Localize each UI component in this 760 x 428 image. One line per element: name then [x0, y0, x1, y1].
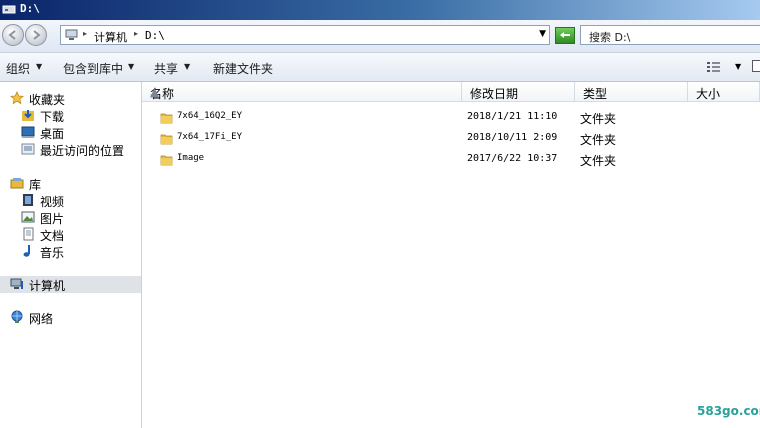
nav-item-network[interactable]: 网络 — [0, 309, 141, 326]
share-button[interactable]: 共享 — [154, 60, 178, 77]
search-input[interactable]: 搜索 D:\ — [580, 25, 760, 45]
computer-icon — [10, 278, 23, 289]
column-header-label: 修改日期 — [470, 87, 519, 101]
include-in-library-button[interactable]: 包含到库中 — [63, 60, 123, 77]
file-modified: 2018/10/11 2:09 — [467, 132, 558, 143]
nav-item-label: 文档 — [40, 229, 65, 243]
folder-icon — [160, 155, 173, 166]
window-title: D:\ — [20, 2, 40, 15]
file-row[interactable]: 7x64_17Fi_EY 2018/10/11 2:09 文件夹 — [142, 128, 760, 149]
nav-item-label: 网络 — [29, 312, 54, 326]
computer-icon — [65, 29, 78, 40]
command-bar: 组织 ▼ 包含到库中 ▼ 共享 ▼ 新建文件夹 ▼ — [0, 53, 760, 82]
music-note-icon — [23, 245, 30, 257]
sort-ascending-icon: ▲ — [150, 85, 160, 99]
column-header-label: 类型 — [583, 87, 608, 101]
nav-item-documents[interactable]: 文档 — [0, 226, 141, 243]
view-options-icon[interactable] — [706, 60, 722, 74]
column-header-label: 大小 — [696, 87, 721, 101]
file-type: 文件夹 — [580, 112, 617, 126]
nav-item-music[interactable]: 音乐 — [0, 243, 141, 260]
nav-item-libraries[interactable]: 库 — [0, 175, 141, 192]
library-icon — [10, 178, 24, 189]
nav-item-label: 库 — [29, 178, 42, 192]
chevron-down-icon[interactable]: ▼ — [735, 62, 741, 71]
file-name: Image — [177, 153, 205, 163]
picture-icon — [21, 211, 35, 223]
nav-item-computer[interactable]: 计算机 — [0, 276, 141, 293]
refresh-button[interactable] — [555, 27, 575, 44]
chevron-down-icon[interactable]: ▼ — [128, 62, 134, 71]
forward-arrow-icon — [33, 30, 41, 40]
nav-item-downloads[interactable]: 下载 — [0, 107, 141, 124]
chevron-down-icon[interactable]: ▼ — [184, 62, 190, 71]
new-folder-button[interactable]: 新建文件夹 — [213, 60, 273, 77]
column-header-modified[interactable]: 修改日期 — [462, 82, 575, 102]
star-icon — [10, 91, 24, 105]
recent-places-icon — [21, 143, 35, 155]
file-row[interactable]: Image 2017/6/22 10:37 文件夹 — [142, 149, 760, 170]
file-list-pane: 名称 ▲ 修改日期 类型 大小 7x64_16Q2_EY 2018/1/21 1… — [142, 82, 760, 428]
file-type: 文件夹 — [580, 133, 617, 147]
nav-item-pictures[interactable]: 图片 — [0, 209, 141, 226]
refresh-icon — [560, 32, 570, 38]
nav-item-label: 下载 — [40, 110, 65, 124]
desktop-icon — [21, 126, 35, 138]
chevron-down-icon[interactable]: ▼ — [36, 62, 42, 71]
folder-icon — [160, 113, 173, 124]
nav-item-label: 桌面 — [40, 127, 65, 141]
file-row[interactable]: 7x64_16Q2_EY 2018/1/21 11:10 文件夹 — [142, 107, 760, 128]
network-icon — [11, 310, 23, 323]
navigation-pane: 收藏夹 下载 桌面 最近访问的位置 库 视频 图片 文档 音乐 计算机 网络 — [0, 82, 142, 428]
nav-item-label: 图片 — [40, 212, 65, 226]
folder-icon — [160, 134, 173, 145]
drive-icon — [2, 5, 16, 14]
back-arrow-icon — [8, 30, 16, 40]
organize-button[interactable]: 组织 — [6, 60, 30, 77]
preview-pane-icon[interactable] — [752, 60, 760, 72]
address-dropdown-icon[interactable]: ▼ — [539, 29, 546, 39]
nav-item-label: 最近访问的位置 — [40, 144, 125, 158]
crumb-separator-icon[interactable]: ▸ — [83, 29, 87, 38]
nav-item-label: 计算机 — [29, 279, 66, 293]
file-type: 文件夹 — [580, 154, 617, 168]
column-header-name[interactable]: 名称 ▲ — [142, 82, 462, 102]
nav-item-desktop[interactable]: 桌面 — [0, 124, 141, 141]
file-modified: 2018/1/21 11:10 — [467, 111, 558, 122]
nav-item-favorites[interactable]: 收藏夹 — [0, 90, 141, 107]
nav-item-label: 视频 — [40, 195, 65, 209]
nav-item-videos[interactable]: 视频 — [0, 192, 141, 209]
column-header-type[interactable]: 类型 — [575, 82, 688, 102]
address-bar-area: ▸ 计算机 ▸ D:\ ▼ 搜索 D:\ — [0, 20, 760, 53]
file-modified: 2017/6/22 10:37 — [467, 153, 558, 164]
breadcrumb-drive[interactable]: D:\ — [145, 29, 165, 42]
watermark: 583go.com — [697, 404, 760, 418]
title-bar: D:\ — [0, 0, 760, 20]
file-name: 7x64_17Fi_EY — [177, 132, 243, 142]
column-header-size[interactable]: 大小 — [688, 82, 760, 102]
back-button[interactable] — [2, 24, 24, 46]
search-placeholder: 搜索 D:\ — [589, 31, 631, 44]
nav-item-label: 音乐 — [40, 246, 65, 260]
nav-item-label: 收藏夹 — [29, 93, 66, 107]
file-name: 7x64_16Q2_EY — [177, 111, 243, 121]
forward-button[interactable] — [25, 24, 47, 46]
document-icon — [23, 227, 34, 241]
nav-item-recent[interactable]: 最近访问的位置 — [0, 141, 141, 158]
crumb-separator-icon[interactable]: ▸ — [134, 29, 138, 38]
address-input[interactable]: ▸ 计算机 ▸ D:\ ▼ — [60, 25, 550, 45]
video-icon — [23, 194, 33, 206]
breadcrumb-computer[interactable]: 计算机 — [94, 29, 127, 45]
download-folder-icon — [22, 110, 34, 121]
